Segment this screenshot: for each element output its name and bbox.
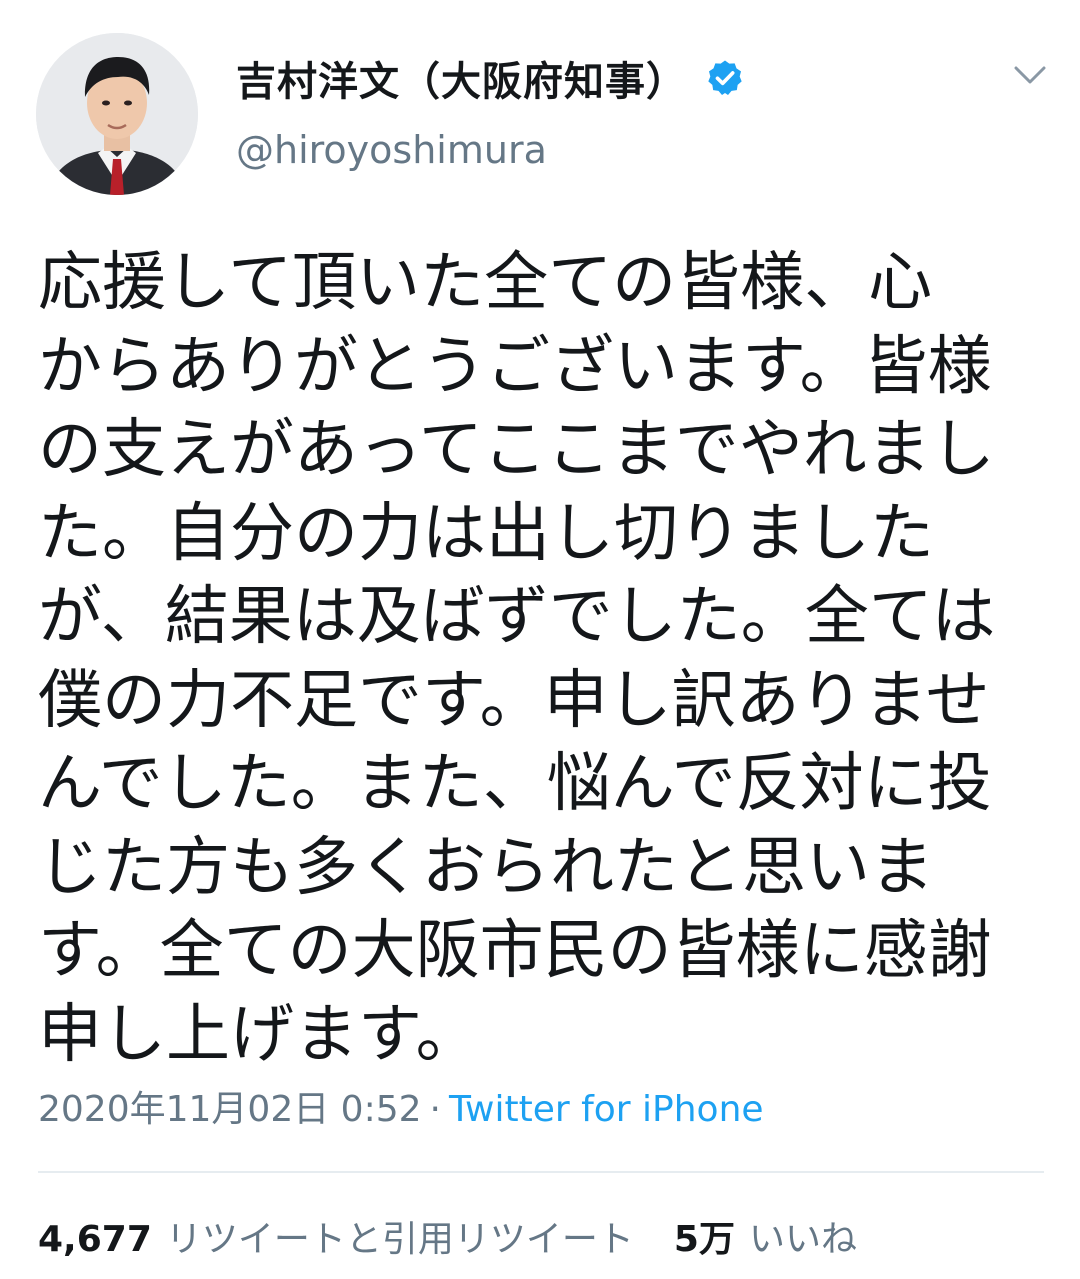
tweet-text-line: が、結果は及ばずでした。全ては bbox=[38, 580, 996, 654]
chevron-down-icon[interactable] bbox=[1010, 62, 1050, 90]
user-handle[interactable]: @hiroyoshimura bbox=[236, 128, 547, 172]
tweet-meta: 2020年11月02日 0:52 · Twitter for iPhone bbox=[38, 1082, 764, 1138]
likes-stat[interactable]: 5万 いいね bbox=[674, 1219, 857, 1260]
tweet-text-line: の支えがあってここまでやれまし bbox=[38, 413, 995, 487]
meta-separator: · bbox=[429, 1089, 441, 1130]
tweet-text: 応援して頂いた全ての皆様、心 からありがとうございます。皆様 の支えがあってここ… bbox=[38, 242, 1048, 1077]
retweets-label: リツイートと引用リツイート bbox=[165, 1219, 634, 1260]
likes-count: 5万 bbox=[673, 1219, 735, 1260]
avatar-photo bbox=[36, 33, 198, 195]
tweet-text-line: じた方も多くおられたと思いま bbox=[38, 830, 934, 905]
tweet-text-line: た。自分の力は出し切りました bbox=[38, 496, 934, 571]
tweet-text-line: 申し上げます。 bbox=[38, 997, 480, 1072]
tweet-detail: 吉村洋文（大阪府知事） @hiroyoshimura 応援して頂いた全ての皆様、… bbox=[0, 0, 1080, 1279]
tweet-source-link[interactable]: Twitter for iPhone bbox=[449, 1089, 764, 1130]
user-name-row[interactable]: 吉村洋文（大阪府知事） bbox=[236, 50, 745, 106]
tweet-text-line: 応援して頂いた全ての皆様、心 bbox=[38, 246, 933, 320]
retweets-stat[interactable]: 4,677 リツイートと引用リツイート bbox=[38, 1219, 634, 1260]
tweet-text-line: す。全ての大阪市民の皆様に感謝 bbox=[38, 914, 992, 988]
divider bbox=[38, 1171, 1044, 1173]
tweet-timestamp[interactable]: 2020年11月02日 0:52 bbox=[38, 1089, 422, 1130]
tweet-text-line: からありがとうございます。皆様 bbox=[38, 329, 992, 404]
tweet-text-line: んでした。また、悩んで反対に投 bbox=[38, 747, 992, 821]
likes-label: いいね bbox=[748, 1219, 857, 1260]
display-name[interactable]: 吉村洋文（大阪府知事） bbox=[236, 49, 687, 107]
avatar[interactable] bbox=[36, 33, 198, 195]
tweet-text-line: 僕の力不足です。申し訳ありませ bbox=[38, 663, 990, 738]
retweets-count: 4,677 bbox=[38, 1219, 152, 1260]
verified-badge-icon bbox=[705, 58, 745, 98]
tweet-stats: 4,677 リツイートと引用リツイート 5万 いいね bbox=[38, 1212, 857, 1268]
